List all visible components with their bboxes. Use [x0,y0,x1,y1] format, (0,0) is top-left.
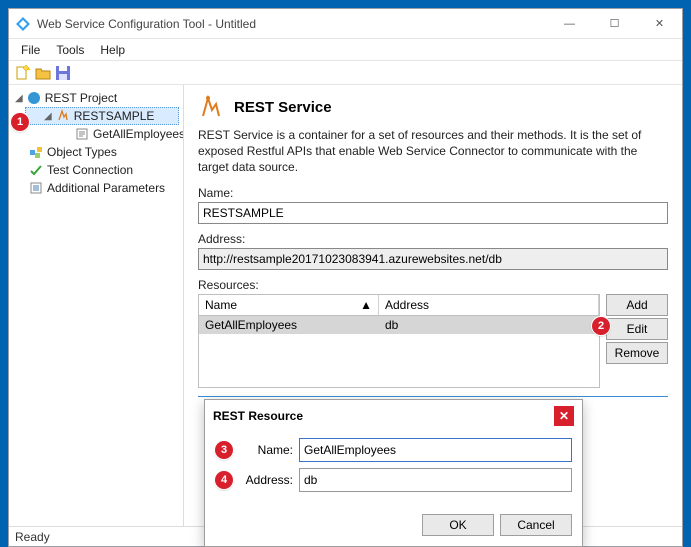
cancel-button[interactable]: Cancel [500,514,572,536]
separator [198,396,668,397]
tree-root[interactable]: ◢ REST Project [11,89,179,107]
menu-file[interactable]: File [13,41,48,59]
resources-body[interactable]: GetAllEmployees db [198,316,600,388]
cell-name: GetAllEmployees [199,316,379,334]
menu-tools[interactable]: Tools [48,41,92,59]
maximize-button[interactable]: ☐ [592,9,637,38]
name-label: Name: [198,186,668,200]
content-header: REST Service [198,93,668,121]
name-input[interactable] [198,202,668,224]
tree-object-types-label: Object Types [47,145,117,159]
tree-root-label: REST Project [45,91,117,105]
resources-row: Name▲ Address GetAllEmployees db Add Edi… [198,294,668,388]
tree-additional-parameters-label: Additional Parameters [47,181,165,195]
menu-help[interactable]: Help [92,41,133,59]
objects-icon [29,145,43,159]
tree-additional-parameters[interactable]: Additional Parameters [11,179,179,197]
col-name[interactable]: Name▲ [199,295,379,315]
rest-resource-dialog: REST Resource ✕ 3 Name: 4 Address: OK Ca… [204,399,583,547]
dialog-title: REST Resource [213,409,303,423]
dialog-buttons: OK Cancel [205,508,582,546]
minimize-button[interactable]: — [547,9,592,38]
toolbar [9,61,682,85]
app-window: Web Service Configuration Tool - Untitle… [8,8,683,547]
resource-icon [75,127,89,141]
params-icon [29,181,43,195]
address-label: Address: [198,232,668,246]
dialog-name-input[interactable] [299,438,572,462]
dialog-close-button[interactable]: ✕ [554,406,574,426]
dialog-address-input[interactable] [299,468,572,492]
callout-4: 4 [215,471,233,489]
test-icon [29,163,43,177]
page-title: REST Service [234,99,332,116]
ok-button[interactable]: OK [422,514,494,536]
save-icon[interactable] [55,65,71,81]
tree-service[interactable]: ◢ RESTSAMPLE [25,107,179,125]
tree-test-connection[interactable]: Test Connection [11,161,179,179]
list-item[interactable]: GetAllEmployees db [199,316,599,334]
service-large-icon [198,93,226,121]
remove-button[interactable]: Remove [606,342,668,364]
dialog-address-row: 4 Address: [215,468,572,492]
cell-address: db [379,316,599,334]
callout-2: 2 [592,317,610,335]
open-icon[interactable] [35,65,51,81]
col-address[interactable]: Address [379,295,599,315]
page-description: REST Service is a container for a set of… [198,127,668,176]
tree-resource-label: GetAllEmployees [93,127,184,141]
menu-bar: File Tools Help [9,39,682,61]
project-icon [27,91,41,105]
dialog-body: 3 Name: 4 Address: [205,432,582,508]
address-input[interactable] [198,248,668,270]
expand-icon[interactable]: ◢ [44,111,52,122]
expand-icon[interactable]: ◢ [15,93,23,104]
dialog-name-row: 3 Name: [215,438,572,462]
service-icon [56,109,70,123]
tree-test-connection-label: Test Connection [47,163,133,177]
edit-button[interactable]: Edit [606,318,668,340]
callout-1: 1 [11,113,29,131]
close-button[interactable]: ✕ [637,9,682,38]
tree-object-types[interactable]: Object Types [11,143,179,161]
new-icon[interactable] [15,65,31,81]
status-text: Ready [15,530,50,544]
resource-buttons: Add Edit Remove [606,294,668,364]
resources-label: Resources: [198,278,668,292]
add-button[interactable]: Add [606,294,668,316]
tree-resource[interactable]: GetAllEmployees [25,125,179,143]
dialog-title-bar[interactable]: REST Resource ✕ [205,400,582,432]
callout-3: 3 [215,441,233,459]
dialog-name-label: Name: [239,443,293,457]
app-icon [15,16,31,32]
tree-service-label: RESTSAMPLE [74,109,155,123]
resources-header: Name▲ Address [198,294,600,316]
dialog-address-label: Address: [239,473,293,487]
window-buttons: — ☐ ✕ [547,9,682,38]
resources-list[interactable]: Name▲ Address GetAllEmployees db [198,294,600,388]
window-title: Web Service Configuration Tool - Untitle… [37,17,547,31]
project-tree[interactable]: ◢ REST Project ◢ RESTSAMPLE GetAllEmploy… [9,85,184,526]
title-bar: Web Service Configuration Tool - Untitle… [9,9,682,39]
